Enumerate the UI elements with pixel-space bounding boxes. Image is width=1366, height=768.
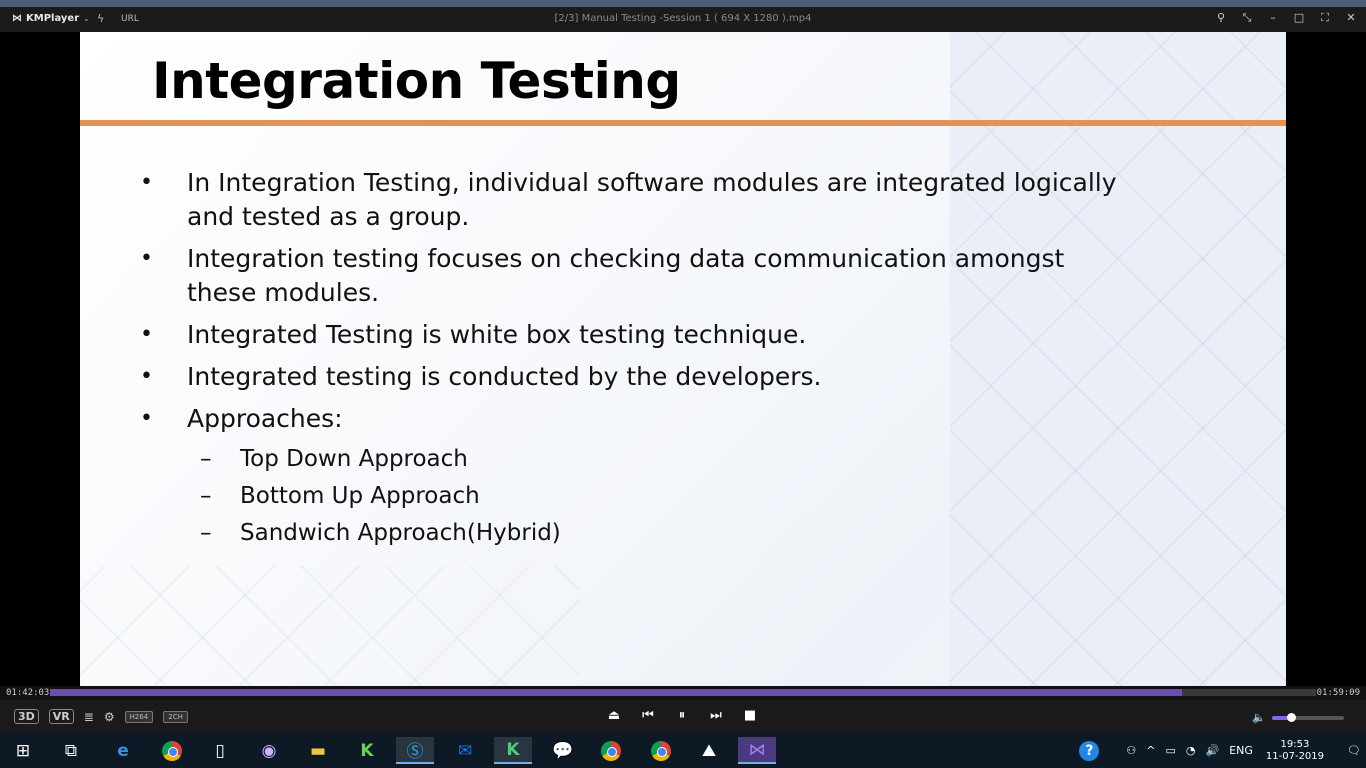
windows-taskbar: ⊞ ⧉ e ▯ ◉ ▬ K Ⓢ ✉ K 💬 ⛰ ⋈ ? ⚇ ^ ▭ ◔ 🔊 EN… [0,733,1366,768]
file-explorer-icon[interactable]: ▬ [299,737,337,764]
task-view-icon[interactable]: ⧉ [52,737,90,764]
title-underline [80,120,1286,126]
chat-icon[interactable]: 💬 [544,737,582,764]
mini-mode-icon[interactable]: ⤡ [1240,11,1254,25]
previous-icon[interactable]: ⏮ [640,708,656,723]
start-windows-icon[interactable]: ⊞ [4,737,42,764]
playback-controls: ⏏ ⏮ ⏸ ⏭ ■ [606,708,758,723]
chrome-app-icon[interactable] [153,737,191,764]
slide-title: Integration Testing [152,52,681,110]
codec-badge[interactable]: H264 [124,710,154,723]
presentation-slide: Integration Testing • In Integration Tes… [80,32,1286,686]
maximize-icon[interactable]: □ [1292,11,1306,25]
sub-item-text: Top Down Approach [240,446,468,472]
playlist-icon[interactable]: ≣ [84,710,94,724]
photos-icon[interactable]: ⛰ [690,737,728,764]
people-icon[interactable]: ⚇ [1126,744,1136,757]
clock-time: 19:53 [1280,738,1310,750]
bullet-item: • Approaches: [140,402,1120,436]
pause-icon[interactable]: ⏸ [674,708,690,723]
sub-item: – Bottom Up Approach [140,481,1120,511]
wifi-icon[interactable]: ◔ [1186,744,1196,757]
window-controls: ⚲ ⤡ – □ ⛶ ✕ [1214,11,1358,25]
slide-background-pattern-bottom [80,566,580,686]
battery-icon[interactable]: ▭ [1165,744,1175,757]
dash-icon: – [200,520,212,546]
sub-item-text: Sandwich Approach(Hybrid) [240,520,561,546]
audio-channel-badge[interactable]: 2CH [163,710,188,723]
bullet-item: • Integration testing focuses on checkin… [140,242,1120,310]
visual-studio-icon[interactable]: ⋈ [738,737,776,764]
sub-item-text: Bottom Up Approach [240,483,480,509]
volume-icon[interactable]: 🔊 [1206,744,1220,757]
bullet-text: Integration testing focuses on checking … [187,244,1065,307]
bullet-text: In Integration Testing, individual softw… [187,168,1117,231]
3d-button[interactable]: 3D [14,709,39,724]
chrome-icon [162,740,182,761]
bullet-dot-icon: • [140,170,153,195]
minimize-icon[interactable]: – [1266,11,1280,25]
elapsed-time: 01:42:03 [6,688,50,698]
skype-icon[interactable]: Ⓢ [396,737,434,764]
chrome-app-icon-3[interactable] [642,737,680,764]
next-icon[interactable]: ⏭ [708,708,724,723]
outlook-icon[interactable]: ✉ [446,737,484,764]
control-bar: 3D VR ≣ ⚙ H264 2CH ⏏ ⏮ ⏸ ⏭ ■ 🔈 [0,700,1366,733]
window-title: [2/3] Manual Testing -Session 1 ( 694 X … [554,13,812,24]
bullet-dot-icon: • [140,322,153,347]
bullet-item: • In Integration Testing, individual sof… [140,166,1120,234]
sub-item: – Top Down Approach [140,444,1120,474]
kmplayer-taskbar-icon[interactable]: K [494,737,532,764]
system-tray: ? ⚇ ^ ▭ ◔ 🔊 ENG 19:53 11-07-2019 🗨 [1079,733,1366,768]
volume-slider[interactable] [1272,712,1344,722]
fullscreen-icon[interactable]: ⛶ [1318,11,1332,25]
bullet-item: • Integrated testing is conducted by the… [140,360,1120,394]
show-hidden-icons-chevron-icon[interactable]: ^ [1146,744,1155,757]
bullet-list: • In Integration Testing, individual sof… [140,166,1120,555]
edge-browser-icon[interactable]: e [104,737,142,764]
control-left-group: 3D VR ≣ ⚙ H264 2CH [14,709,188,724]
desktop-strip [0,0,1366,7]
chrome-icon [651,740,671,761]
eclipse-icon[interactable]: ◉ [250,737,288,764]
video-area[interactable]: Integration Testing • In Integration Tes… [0,32,1366,686]
pin-icon[interactable]: ⚲ [1214,11,1228,25]
bullet-text: Approaches: [187,404,343,433]
seek-row: 01:42:03 01:59:09 [0,686,1366,700]
vr-button[interactable]: VR [48,709,74,724]
bullet-item: • Integrated Testing is white box testin… [140,318,1120,352]
chrome-app-icon-2[interactable] [592,737,630,764]
bullet-text: Integrated Testing is white box testing … [187,320,807,349]
file-document-icon[interactable]: ▯ [201,737,239,764]
kotlin-app-icon[interactable]: K [348,737,386,764]
bullet-dot-icon: • [140,406,153,431]
language-indicator[interactable]: ENG [1229,744,1253,757]
help-icon[interactable]: ? [1079,740,1100,761]
total-time: 01:59:09 [1316,688,1360,698]
volume-knob[interactable] [1287,712,1297,722]
clock-date: 11-07-2019 [1265,750,1325,762]
notification-center-icon[interactable]: 🗨 [1347,744,1361,757]
seek-progress [50,689,1183,696]
chrome-icon [601,740,621,761]
sub-item: – Sandwich Approach(Hybrid) [140,518,1120,548]
speaker-icon[interactable]: 🔈 [1252,711,1266,724]
eject-icon[interactable]: ⏏ [606,708,622,723]
clock[interactable]: 19:53 11-07-2019 [1266,739,1324,763]
bullet-dot-icon: • [140,364,153,389]
close-icon[interactable]: ✕ [1344,11,1358,25]
settings-gear-icon[interactable]: ⚙ [104,710,115,724]
seek-bar[interactable] [50,689,1316,696]
bullet-dot-icon: • [140,246,153,271]
volume-control: 🔈 [1252,711,1344,724]
dash-icon: – [200,483,212,509]
dash-icon: – [200,446,212,472]
bullet-text: Integrated testing is conducted by the d… [187,362,822,391]
stop-icon[interactable]: ■ [742,708,758,723]
player-title-bar: ⋈ KMPlayer ⌄ ϟ URL [2/3] Manual Testing … [0,0,1366,32]
